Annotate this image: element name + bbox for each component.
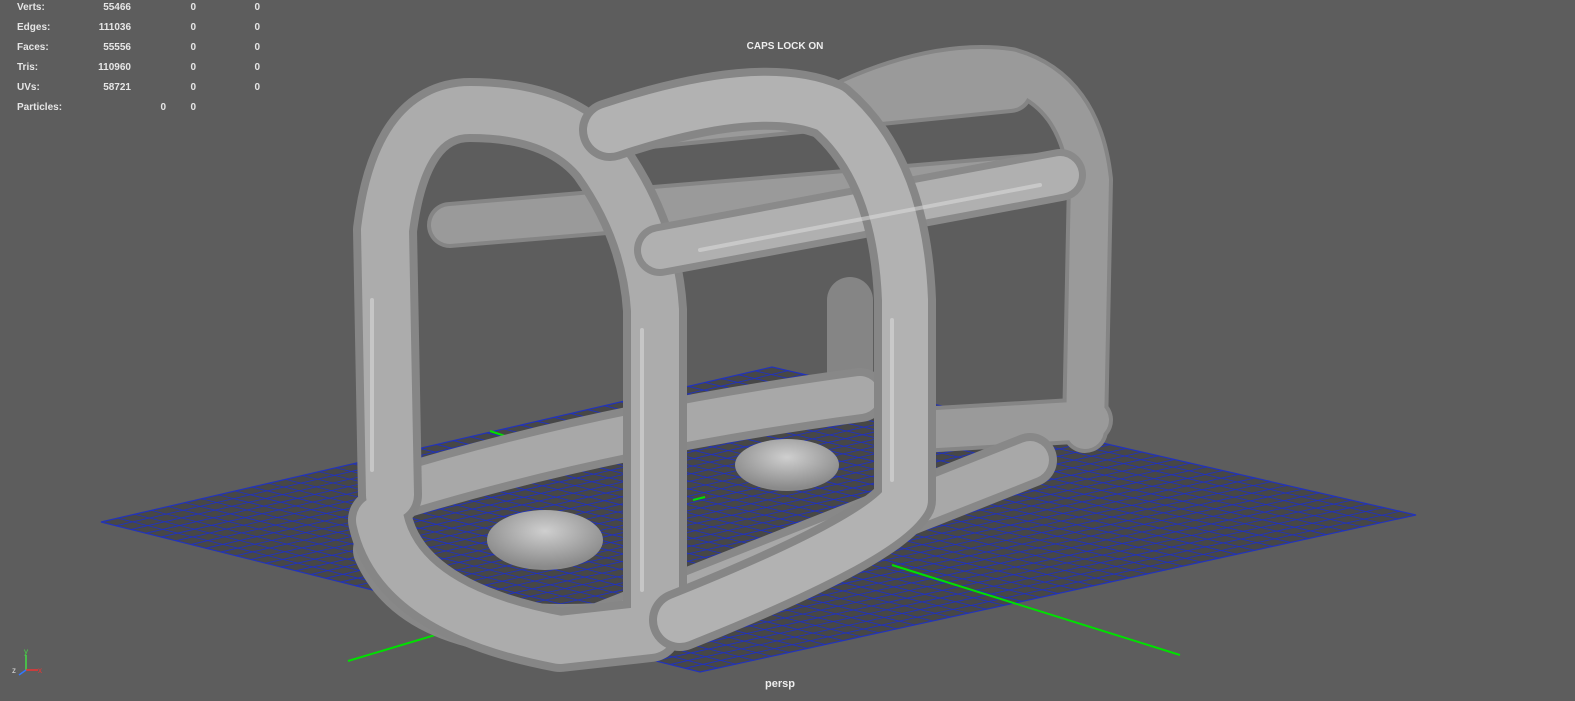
camera-name-label: persp <box>765 678 795 690</box>
hud-value: 0 <box>254 2 260 13</box>
hud-label: Tris: <box>17 62 39 73</box>
hud-label: Edges: <box>17 22 51 33</box>
hud-value: 110960 <box>98 62 131 73</box>
hud-value: 0 <box>190 42 196 53</box>
hud-label: UVs: <box>17 82 40 93</box>
hud-label: Particles: <box>17 102 63 113</box>
hud-value: 58721 <box>103 82 131 93</box>
hud-value: 55556 <box>103 42 131 53</box>
hud-value: 111036 <box>98 22 131 33</box>
hud-value: 0 <box>254 22 260 33</box>
hud-value: 55466 <box>103 2 131 13</box>
axis-label-y: y <box>24 647 28 656</box>
hud-value: 0 <box>190 62 196 73</box>
viewport-scene <box>100 45 1417 673</box>
hud-value: 0 <box>190 82 196 93</box>
view-axis-gizmo-icon: y x z <box>12 647 42 676</box>
hud-value: 0 <box>254 82 260 93</box>
hud-label: Faces: <box>17 42 49 53</box>
hud-label: Verts: <box>17 2 45 13</box>
perspective-viewport[interactable]: Verts: 55466 0 0 Edges: 111036 0 0 Faces… <box>0 0 1575 701</box>
caps-lock-indicator: CAPS LOCK ON <box>746 41 824 52</box>
hud-value: 0 <box>254 62 260 73</box>
hud-value: 0 <box>190 2 196 13</box>
hud-value: 0 <box>190 102 196 113</box>
axis-label-x: x <box>38 666 42 675</box>
axis-label-z: z <box>12 666 16 675</box>
hud-value: 0 <box>190 22 196 33</box>
hud-value: 0 <box>254 42 260 53</box>
